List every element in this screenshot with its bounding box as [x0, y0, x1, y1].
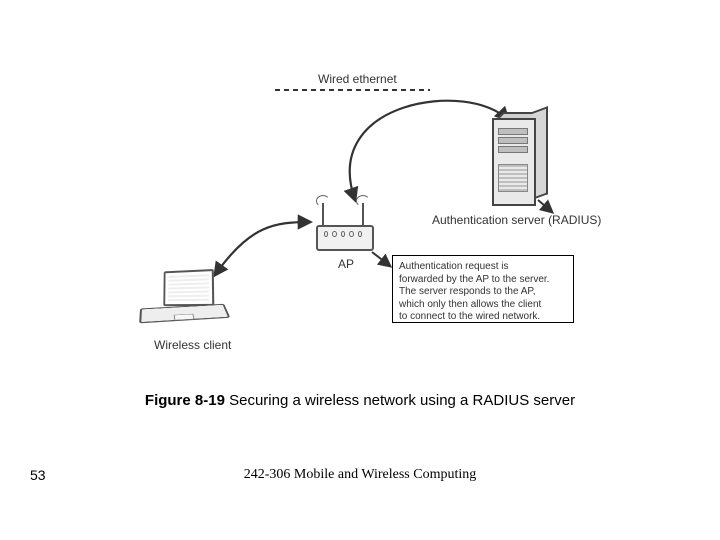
explanation-line: forwarded by the AP to the server. — [399, 274, 567, 287]
explanation-line: which only then allows the client — [399, 299, 567, 312]
radius-server-icon — [492, 112, 548, 204]
diagram-canvas: Wired ethernet Wireless client AP Authen… — [0, 0, 720, 540]
explanation-line: The server responds to the AP, — [399, 286, 567, 299]
access-point-icon — [310, 205, 380, 255]
figure-title: Securing a wireless network using a RADI… — [229, 392, 575, 409]
figure-number: Figure 8-19 — [145, 392, 225, 409]
label-wireless-client: Wireless client — [154, 338, 231, 352]
explanation-line: to connect to the wired network. — [399, 311, 567, 324]
label-ap: AP — [338, 257, 354, 271]
wireless-client-icon — [140, 270, 230, 330]
figure-caption: Figure 8-19 Securing a wireless network … — [0, 392, 720, 409]
explanation-box: Authentication request is forwarded by t… — [392, 255, 574, 323]
label-wired-ethernet: Wired ethernet — [318, 72, 397, 86]
course-title: 242-306 Mobile and Wireless Computing — [0, 467, 720, 483]
label-auth-server: Authentication server (RADIUS) — [432, 213, 601, 227]
explanation-line: Authentication request is — [399, 261, 567, 274]
